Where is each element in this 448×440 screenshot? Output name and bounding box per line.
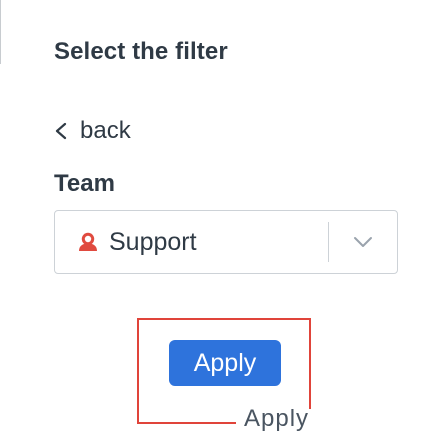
back-link[interactable]: back [54, 117, 131, 145]
chevron-left-icon [55, 122, 67, 140]
panel-title: Select the filter [54, 38, 228, 65]
select-caret[interactable] [329, 235, 397, 249]
filter-panel: Select the filter back Team Support Appl… [0, 0, 448, 440]
back-label: back [80, 117, 131, 144]
team-label: Team [54, 170, 115, 197]
apply-button[interactable]: Apply [169, 340, 281, 386]
team-select-value: Support [55, 228, 328, 257]
panel-divider [0, 0, 1, 64]
team-select-label: Support [109, 227, 197, 256]
chevron-down-icon [354, 237, 372, 247]
apply-tooltip: Apply [236, 409, 312, 440]
team-icon [79, 232, 97, 251]
team-select[interactable]: Support [54, 210, 398, 274]
apply-tooltip-label: Apply [244, 409, 310, 432]
